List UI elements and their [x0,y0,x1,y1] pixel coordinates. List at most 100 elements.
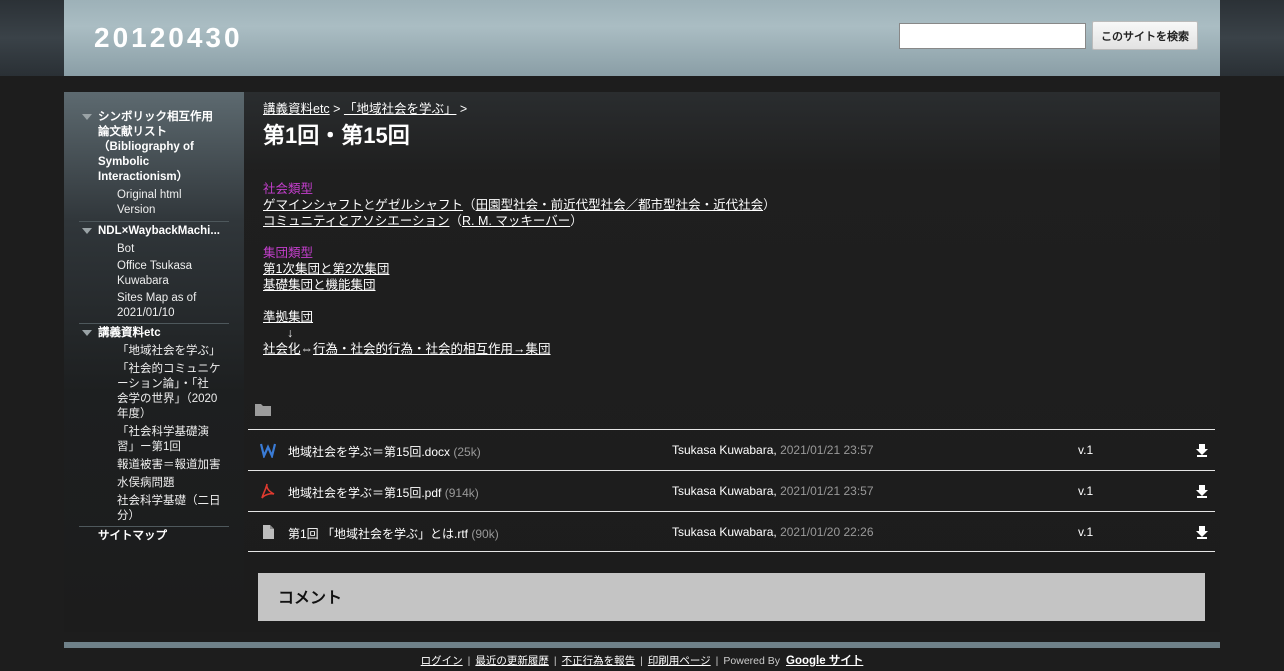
link-gemeinschaft[interactable]: ゲマインシャフト [263,198,363,212]
file-version[interactable]: v.1 [1078,525,1093,539]
file-author-group: Tsukasa Kuwabara, 2021/01/20 22:26 [672,525,874,539]
collapse-triangle-icon[interactable] [82,330,92,336]
file-date: 2021/01/21 23:57 [780,443,874,457]
download-icon[interactable] [1195,525,1209,539]
nav-label-line: NDL×WaybackMachi... [98,225,220,237]
link-community-association[interactable]: コミュニティとアソシエーション [263,214,450,228]
nav-item-sitemap[interactable]: サイトマップ [79,529,229,544]
download-icon[interactable] [1195,484,1209,498]
nav-sub-label-line: Version [117,204,156,216]
file-size: (25k) [453,445,481,459]
footer-separator: | [553,655,557,667]
page-title: 第1回・第15回 [263,123,410,148]
nav-subitem-bot[interactable]: Bot [79,242,229,257]
nav-subitem-seminar[interactable]: 「社会科学基礎演 習」ー第1回 [79,425,229,455]
link-maciver[interactable]: R. M. マッキーバー [462,214,570,228]
file-list: 地域社会を学ぶ＝第15回.docx (25k) Tsukasa Kuwabara… [248,429,1215,552]
footer-report-link[interactable]: 不正行為を報告 [562,655,636,667]
link-gesellschaft[interactable]: ゲゼルシャフト [376,198,464,212]
download-icon[interactable] [1195,443,1209,457]
file-version[interactable]: v.1 [1078,484,1093,498]
file-size: (90k) [471,527,499,541]
search-input[interactable] [899,23,1086,49]
collapse-triangle-icon[interactable] [82,114,92,120]
nav-sub-label-line: 報道被害＝報道加害 [117,459,221,471]
file-size: (914k) [444,486,479,500]
file-row[interactable]: 地域社会を学ぶ＝第15回.docx (25k) Tsukasa Kuwabara… [248,429,1215,470]
nav-sub-label-line: 習」ー第1回 [117,441,181,453]
file-name-group: 第1回 「地域社会を学ぶ」とは.rtf (90k) [288,525,499,542]
nav-group-bibliography: シンボリック相互作用 論文献リスト （Bibliography of Symbo… [79,110,229,221]
link-socialization[interactable]: 社会化 [263,342,301,356]
nav-item-lectures[interactable]: 講義資料etc [79,326,229,341]
nav-sub-label-line: Sites Map as of [117,292,197,304]
text-fragment: ⇔ [300,342,314,356]
file-author-group: Tsukasa Kuwabara, 2021/01/21 23:57 [672,443,874,457]
link-basic-functional-group[interactable]: 基礎集団と機能集団 [263,278,376,292]
nav-subitem-chiiki[interactable]: 「地域社会を学ぶ」 [79,344,229,359]
footer-login-link[interactable]: ログイン [421,655,463,667]
breadcrumb-separator: > [456,102,468,116]
nav-sub-label-line: ーション論」・「社 [117,378,209,390]
nav-sub-label-line: 社会科学基礎（二日 [117,495,221,507]
footer-recent-link[interactable]: 最近の更新履歴 [475,655,549,667]
text-fragment: （ [449,214,463,228]
file-row[interactable]: 第1回 「地域社会を学ぶ」とは.rtf (90k) Tsukasa Kuwaba… [248,511,1215,552]
link-social-action[interactable]: 行為・社会的行為・社会的相互作用→集団 [313,342,551,356]
sidebar-nav: シンボリック相互作用 論文献リスト （Bibliography of Symbo… [79,110,229,544]
nav-subitem-communication[interactable]: 「社会的コミュニケ ーション論」・「社 会学の世界」（2020 年度） [79,362,229,422]
site-title[interactable]: 20120430 [94,22,243,54]
nav-group-ndl: NDL×WaybackMachi... Bot Office Tsukasa K… [79,221,229,323]
word-icon [260,443,276,458]
content-line: コミュニティとアソシエーション（R. M. マッキーバー） [263,213,1163,229]
nav-subitem-minamata[interactable]: 水俣病問題 [79,476,229,491]
file-name-link[interactable]: 地域社会を学ぶ＝第15回.pdf [288,486,441,500]
file-date: 2021/01/20 22:26 [780,525,874,539]
file-row[interactable]: 地域社会を学ぶ＝第15回.pdf (914k) Tsukasa Kuwabara… [248,470,1215,511]
content-line: 基礎集団と機能集団 [263,277,1163,293]
file-author: Tsukasa Kuwabara, [672,443,777,457]
file-name-link[interactable]: 第1回 「地域社会を学ぶ」とは.rtf [288,527,468,541]
site-header: 20120430 このサイトを検索 [64,0,1220,76]
footer-google-sites-link[interactable]: Google サイト [786,655,863,667]
footer-print-link[interactable]: 印刷用ページ [648,655,711,667]
nav-subitem-media-harm[interactable]: 報道被害＝報道加害 [79,458,229,473]
nav-sub-label-line: 「社会的コミュニケ [117,363,221,375]
nav-subitem-social-science[interactable]: 社会科学基礎（二日 分） [79,494,229,526]
link-rural-urban-society[interactable]: 田園型社会・前近代型社会／都市型社会・近代社会 [476,198,764,212]
pdf-icon [261,483,275,499]
link-primary-secondary-group[interactable]: 第1次集団と第2次集団 [263,262,389,276]
text-fragment: ） [763,198,776,212]
collapse-triangle-icon[interactable] [82,228,92,234]
nav-sub-label-line: Original html [117,189,182,201]
nav-subitem-office[interactable]: Office Tsukasa Kuwabara [79,259,229,289]
section-heading-society-types: 社会類型 [263,182,314,196]
nav-label-line: Symbolic [98,156,150,168]
down-arrow: ↓ [287,326,294,340]
nav-sub-label-line: 会学の世界」（2020 [117,393,218,405]
content-line: 準拠集団 [263,309,1163,325]
file-version[interactable]: v.1 [1078,443,1093,457]
nav-label-line: シンボリック相互作用 [98,111,213,123]
nav-subitem-original-html[interactable]: Original html Version [79,188,229,221]
comments-panel: コメント [258,573,1205,621]
text-fragment: ） [570,214,583,228]
file-date: 2021/01/21 23:57 [780,484,874,498]
nav-group-lectures: 講義資料etc 「地域社会を学ぶ」 「社会的コミュニケ ーション論」・「社 会学… [79,323,229,526]
nav-label-line: 論文献リスト [98,126,167,138]
breadcrumb-link-chiiki[interactable]: 「地域社会を学ぶ」 [344,102,457,116]
search-button[interactable]: このサイトを検索 [1092,21,1198,50]
footer: ログイン | 最近の更新履歴 | 不正行為を報告 | 印刷用ページ | Powered By Go… [0,652,1284,668]
nav-sub-label-line: 「地域社会を学ぶ」 [117,345,221,357]
file-author-group: Tsukasa Kuwabara, 2021/01/21 23:57 [672,484,874,498]
file-name-group: 地域社会を学ぶ＝第15回.docx (25k) [288,443,481,460]
comments-title: コメント [278,590,343,607]
file-name-link[interactable]: 地域社会を学ぶ＝第15回.docx [288,445,450,459]
nav-subitem-sites-map[interactable]: Sites Map as of 2021/01/10 [79,291,229,323]
breadcrumb-link-lectures[interactable]: 講義資料etc [263,102,330,116]
nav-group-sitemap: サイトマップ [79,526,229,544]
nav-item-ndl-wayback[interactable]: NDL×WaybackMachi... [79,224,229,239]
file-name-group: 地域社会を学ぶ＝第15回.pdf (914k) [288,484,479,501]
link-reference-group[interactable]: 準拠集団 [263,310,313,324]
nav-item-bibliography[interactable]: シンボリック相互作用 論文献リスト （Bibliography of Symbo… [79,110,229,185]
